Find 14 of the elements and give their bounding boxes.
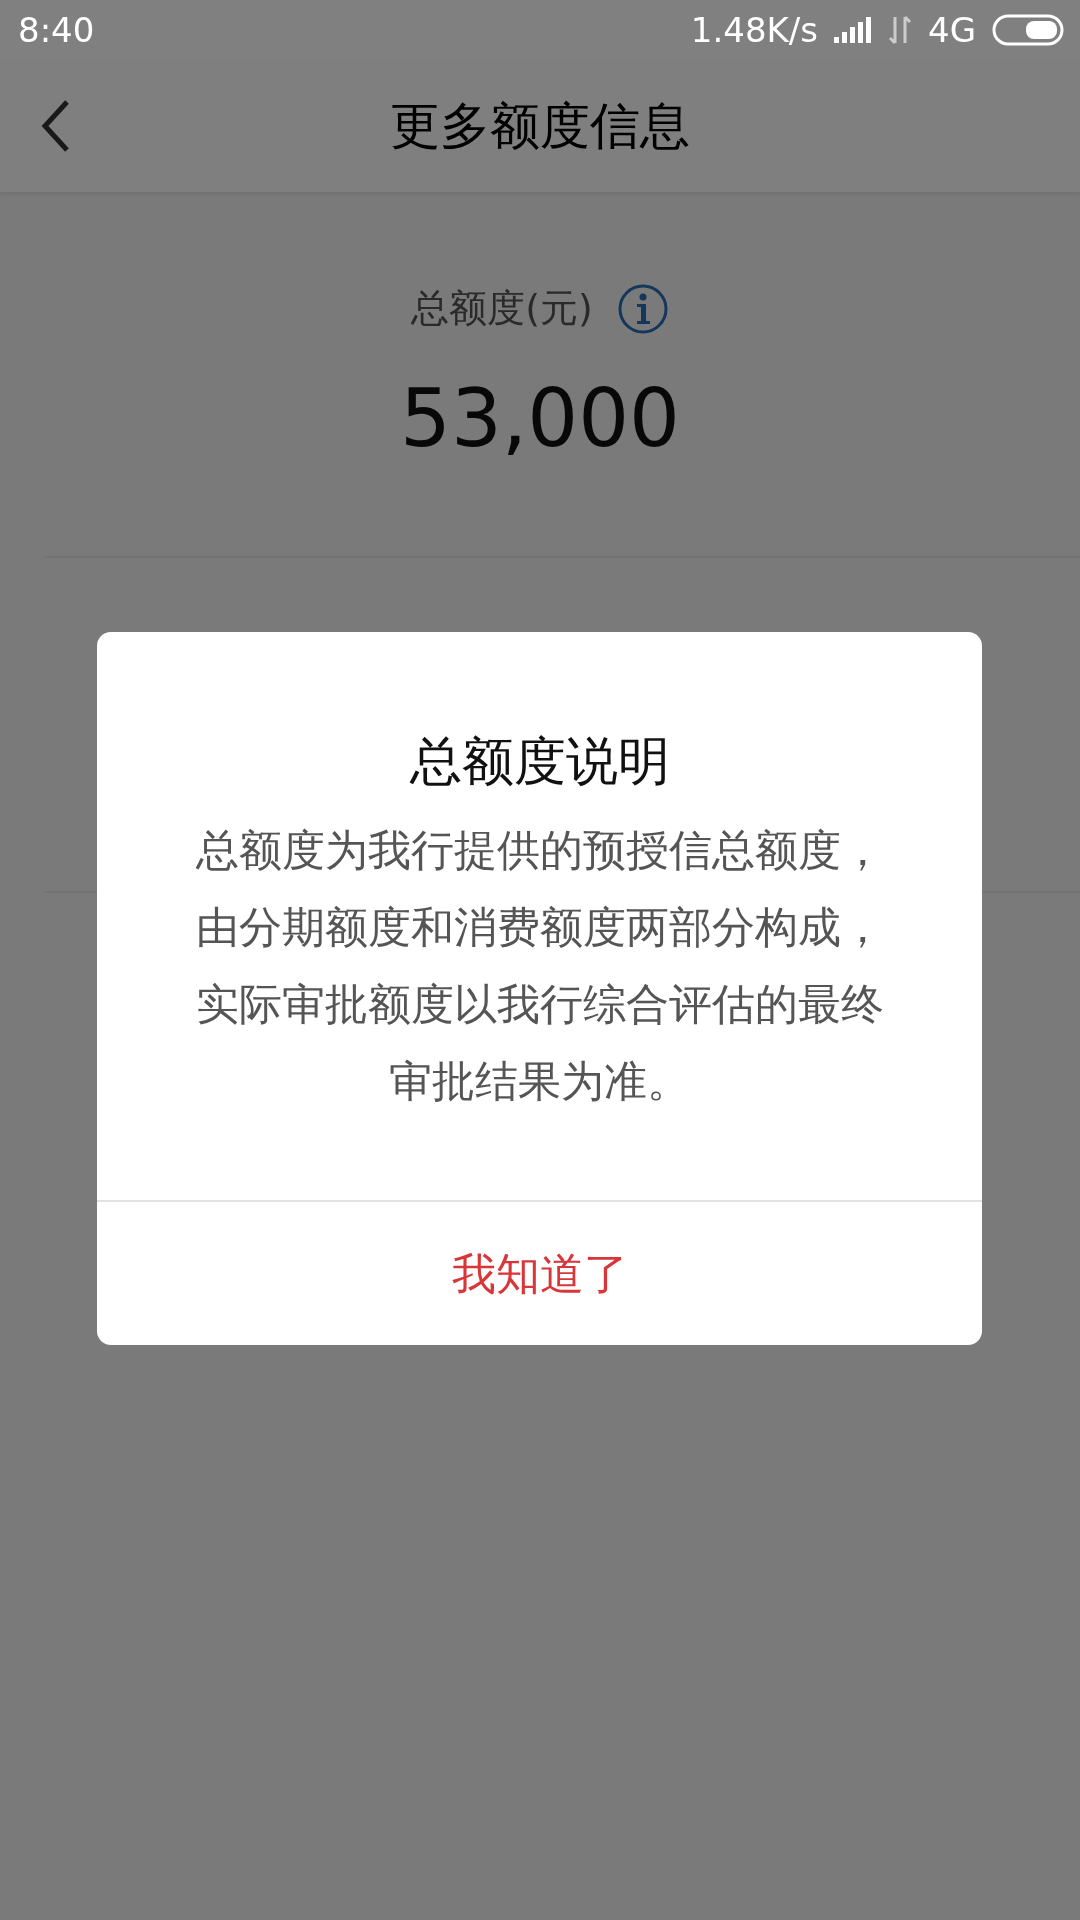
page-title: 更多额度信息 bbox=[390, 95, 690, 157]
battery-icon bbox=[992, 14, 1064, 46]
amount-value: 53,000 bbox=[399, 371, 681, 467]
confirm-button[interactable]: 我知道了 bbox=[97, 1200, 982, 1345]
dialog-title: 总额度说明 bbox=[408, 730, 671, 793]
amount-label: 总额度(元) bbox=[411, 285, 593, 332]
network-type: 4G bbox=[928, 8, 976, 52]
data-arrows-icon bbox=[888, 15, 912, 45]
signal-icon bbox=[834, 17, 872, 43]
network-speed: 1.48K/s bbox=[690, 8, 818, 52]
back-icon bbox=[41, 98, 71, 154]
dialog-message: 总额度为我行提供的预授信总额度，由分期额度和消费额度两部分构成，实际审批额度以我行综合评估的最终审批结果为准。 bbox=[194, 824, 885, 1108]
info-button[interactable] bbox=[616, 282, 669, 335]
status-time: 8:40 bbox=[18, 8, 95, 52]
